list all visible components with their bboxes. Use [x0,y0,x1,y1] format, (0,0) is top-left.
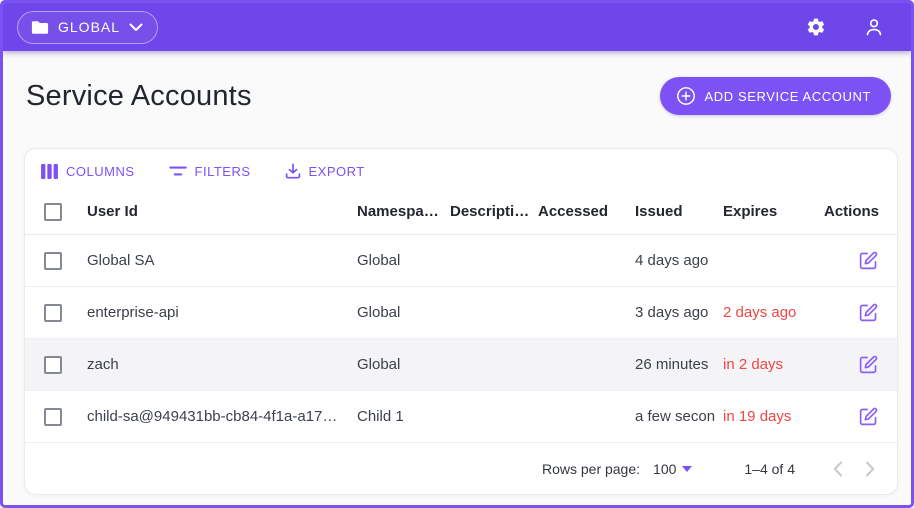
select-all-checkbox[interactable] [44,202,62,221]
app-window: GLOBAL Service Accounts ADD SERVICE ACCO… [0,0,914,508]
add-service-account-label: ADD SERVICE ACCOUNT [704,88,871,104]
edit-icon [858,302,879,323]
filter-icon [168,165,187,177]
table-footer: Rows per page: 100 1–4 of 4 [25,443,897,494]
page-title: Service Accounts [26,79,252,112]
table-row[interactable]: zach Global 26 minutes in 2 days [25,339,897,392]
cell-namespace: Child 1 [357,408,404,426]
cell-expires: in 2 days [723,356,784,374]
cell-user-id: zach [87,356,119,374]
cell-issued: a few secon [635,408,716,426]
cell-expires: in 19 days [723,408,792,426]
cell-namespace: Global [357,356,401,374]
edit-button[interactable] [858,354,879,375]
rows-per-page-label: Rows per page: [541,460,641,477]
row-checkbox[interactable] [44,355,62,374]
plus-circle-icon [676,86,696,106]
table-header-row: User Id Namespa… Descripti… Accessed Iss… [25,189,897,236]
rows-per-page-select[interactable]: 100 [653,460,693,477]
pagination-range: 1–4 of 4 [744,460,795,477]
table-row[interactable]: child-sa@949431bb-cb84-4f1a-a17… Child 1… [25,391,897,444]
account-button[interactable] [857,10,891,44]
columns-button[interactable]: COLUMNS [41,163,135,179]
edit-button[interactable] [858,250,879,271]
chevron-down-icon [129,23,143,32]
table-body: Global SA Global 4 days ago enterprise-a [25,235,897,444]
export-button[interactable]: EXPORT [285,163,365,179]
cell-namespace: Global [357,304,401,322]
next-page-button[interactable] [865,461,875,477]
chevron-left-icon [833,461,843,477]
columns-icon [41,163,58,179]
service-accounts-card: COLUMNS FILTERS EXPORT User Id Namespa… … [24,148,898,495]
column-header-description: Descripti… [450,203,530,221]
edit-button[interactable] [858,406,879,427]
org-selector[interactable]: GLOBAL [17,10,159,44]
chevron-right-icon [865,461,875,477]
app-bar: GLOBAL [3,3,911,51]
cell-issued: 26 minutes [635,356,709,374]
column-header-expires: Expires [723,203,778,221]
edit-icon [858,250,879,271]
rows-per-page-value: 100 [653,460,677,477]
edit-icon [858,354,879,375]
columns-button-label: COLUMNS [66,163,135,179]
settings-button[interactable] [799,10,833,44]
folder-icon [31,20,49,35]
edit-icon [858,406,879,427]
row-checkbox[interactable] [44,407,62,426]
cell-user-id: Global SA [87,252,155,270]
cell-user-id: child-sa@949431bb-cb84-4f1a-a17… [87,408,338,426]
gear-icon [806,17,826,37]
org-selector-label: GLOBAL [58,19,121,35]
cell-expires: 2 days ago [723,304,797,322]
cell-namespace: Global [357,252,401,270]
filters-button-label: FILTERS [194,163,251,179]
download-icon [285,163,301,179]
column-header-actions: Actions [823,203,879,221]
cell-issued: 3 days ago [635,304,709,322]
caret-down-icon [682,465,693,472]
edit-button[interactable] [858,302,879,323]
row-checkbox[interactable] [44,251,62,270]
column-header-namespace: Namespa… [357,203,439,221]
export-button-label: EXPORT [308,163,365,179]
person-icon [863,16,885,38]
column-header-accessed: Accessed [538,203,609,221]
page-head: Service Accounts ADD SERVICE ACCOUNT [3,51,911,115]
add-service-account-button[interactable]: ADD SERVICE ACCOUNT [659,77,891,115]
column-header-user-id: User Id [87,203,138,221]
filters-button[interactable]: FILTERS [168,163,251,179]
column-header-issued: Issued [635,203,683,221]
cell-issued: 4 days ago [635,252,709,270]
table-toolbar: COLUMNS FILTERS EXPORT [25,149,897,189]
table-row[interactable]: enterprise-api Global 3 days ago 2 days … [25,287,897,340]
cell-user-id: enterprise-api [87,304,179,322]
row-checkbox[interactable] [44,303,62,322]
table-row[interactable]: Global SA Global 4 days ago [25,235,897,288]
previous-page-button[interactable] [833,461,843,477]
